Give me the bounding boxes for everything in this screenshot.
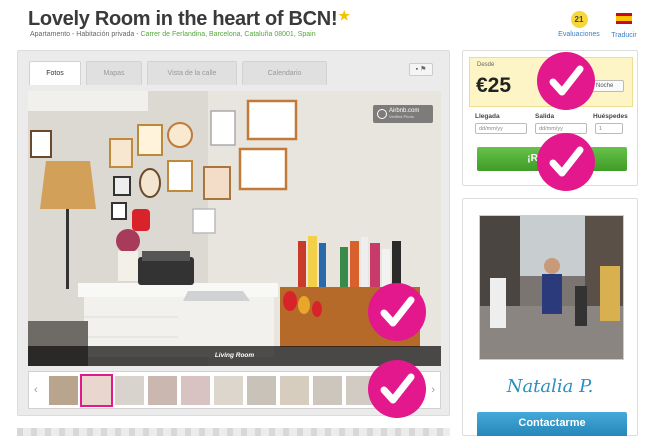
star-icon[interactable]: ★ (338, 8, 350, 23)
tab-calendar[interactable]: Calendario (242, 61, 327, 85)
chevron-left-icon[interactable]: ‹ (34, 384, 38, 396)
tab-photos[interactable]: Fotos (29, 61, 81, 85)
thumbnail[interactable] (280, 376, 309, 405)
contact-host-button[interactable]: Contactarme (477, 412, 627, 436)
checkmark-icon (537, 133, 595, 191)
nightly-price: €25 (476, 74, 512, 97)
price-period-select[interactable]: Noche (592, 80, 624, 92)
thumbnail[interactable] (49, 376, 78, 405)
listing-title-text: Lovely Room in the heart of BCN! (28, 8, 338, 30)
airbnb-watermark: Airbnb.com Verified Photo (373, 105, 433, 123)
reviews-label[interactable]: Evaluaciones (554, 31, 604, 38)
checkmark-icon (368, 283, 426, 341)
translate-label[interactable]: Traducir (606, 32, 642, 39)
room-type: Apartamento - Habitación privada - (30, 31, 141, 38)
reviews-badge[interactable]: 21 Evaluaciones (554, 11, 604, 38)
translate-link[interactable]: Traducir (606, 11, 642, 39)
thumbnail[interactable] (313, 376, 342, 405)
thumbnail[interactable] (214, 376, 243, 405)
thumbnail[interactable] (181, 376, 210, 405)
guests-label: Huéspedes (593, 113, 628, 120)
watermark-subtext: Verified Photo (389, 114, 414, 119)
media-tabs: Fotos Mapas Vista de la calle Calendario (29, 61, 327, 85)
checkin-label: Llegada (475, 113, 500, 120)
host-name[interactable]: Natalia P. (463, 376, 637, 397)
host-street-image (480, 216, 623, 359)
checkout-label: Salida (535, 113, 555, 120)
host-photo[interactable] (479, 215, 624, 360)
verified-icon (377, 109, 387, 119)
address-link[interactable]: Carrer de Ferlandina, Barcelona, Cataluñ… (141, 31, 316, 38)
thumbnail[interactable] (80, 374, 113, 407)
checkin-input[interactable]: dd/mm/yy (475, 123, 527, 134)
tab-street-view[interactable]: Vista de la calle (147, 61, 237, 85)
thumbnail[interactable] (247, 376, 276, 405)
listing-subtitle: Apartamento - Habitación privada - Carre… (30, 31, 316, 38)
checkmark-icon (537, 52, 595, 110)
fullscreen-toggle-icon[interactable]: ▪ ⚑ (409, 63, 433, 76)
chevron-right-icon[interactable]: › (431, 384, 435, 396)
host-panel: Natalia P. Contactarme (462, 198, 638, 436)
guests-select[interactable]: 1 (595, 123, 623, 134)
thumbnail[interactable] (148, 376, 177, 405)
from-label: Desde (477, 62, 495, 68)
spain-flag-icon (616, 13, 632, 24)
reviews-count: 21 (570, 11, 588, 28)
description-section (17, 428, 450, 436)
listing-title: Lovely Room in the heart of BCN!★ (28, 8, 350, 31)
tab-maps[interactable]: Mapas (86, 61, 142, 85)
thumbnail[interactable] (115, 376, 144, 405)
checkmark-icon (368, 360, 426, 418)
